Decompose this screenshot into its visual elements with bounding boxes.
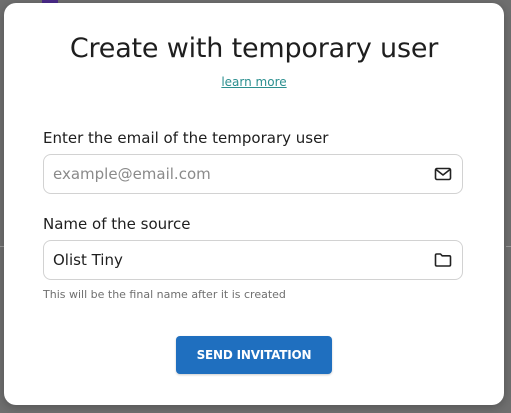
learn-more-link[interactable]: learn more: [4, 75, 504, 89]
mail-icon: [434, 167, 452, 181]
source-name-hint: This will be the final name after it is …: [43, 288, 286, 301]
email-field-container: [43, 154, 463, 194]
source-name-field-container: [43, 240, 463, 280]
folder-icon: [434, 253, 452, 267]
send-invitation-button[interactable]: SEND INVITATION: [176, 336, 332, 374]
source-name-label: Name of the source: [43, 215, 191, 233]
source-name-input[interactable]: [53, 241, 423, 279]
background-divider: [506, 246, 511, 247]
modal-title: Create with temporary user: [69, 33, 439, 64]
email-field-label: Enter the email of the temporary user: [43, 129, 329, 147]
email-input[interactable]: [53, 155, 423, 193]
create-temporary-user-modal: Create with temporary user learn more En…: [4, 3, 504, 405]
